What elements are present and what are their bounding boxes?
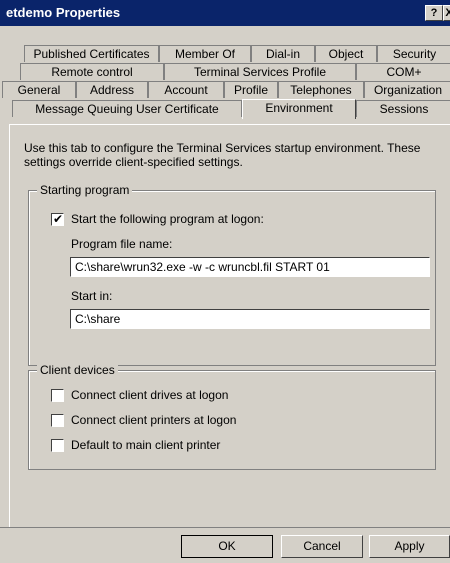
checkmark-icon: ✔ <box>53 212 64 226</box>
close-icon: X <box>445 7 450 19</box>
help-button[interactable]: ? <box>425 5 443 21</box>
close-button[interactable]: X <box>443 5 450 21</box>
tab-row-1: Published Certificates Member Of Dial-in… <box>14 45 450 62</box>
tab-row-2: Remote control Terminal Services Profile… <box>14 63 450 80</box>
tab-message-queuing-user-certificate[interactable]: Message Queuing User Certificate <box>12 100 242 117</box>
start-in-label: Start in: <box>71 289 113 303</box>
intro-text: Use this tab to configure the Terminal S… <box>24 141 421 169</box>
tab-row-4: Message Queuing User Certificate Environ… <box>12 99 450 119</box>
start-in-input[interactable]: C:\share <box>70 309 430 329</box>
tab-member-of[interactable]: Member Of <box>159 45 251 62</box>
connect-printers-label: Connect client printers at logon <box>71 413 237 427</box>
tab-organization[interactable]: Organization <box>364 81 450 98</box>
starting-program-group: Starting program ✔ Start the following p… <box>28 183 436 366</box>
starting-program-group-label: Starting program <box>37 183 133 197</box>
start-program-checkbox[interactable]: ✔ <box>51 212 64 226</box>
program-file-name-input[interactable]: C:\share\wrun32.exe -w -c wruncbl.fil ST… <box>70 257 430 277</box>
help-icon: ? <box>430 7 438 19</box>
tab-remote-control[interactable]: Remote control <box>20 63 164 80</box>
tab-security[interactable]: Security <box>377 45 450 62</box>
tab-telephones[interactable]: Telephones <box>278 81 364 98</box>
tab-published-certificates[interactable]: Published Certificates <box>24 45 159 62</box>
program-file-name-label: Program file name: <box>71 237 173 251</box>
tab-row-3: General Address Account Profile Telephon… <box>2 81 450 98</box>
client-devices-group-label: Client devices <box>37 363 118 377</box>
tab-dial-in[interactable]: Dial-in <box>251 45 315 62</box>
tab-account[interactable]: Account <box>148 81 224 98</box>
connect-drives-label: Connect client drives at logon <box>71 388 229 402</box>
tab-com-plus[interactable]: COM+ <box>356 63 450 80</box>
connect-printers-checkbox[interactable] <box>51 414 64 427</box>
tab-profile[interactable]: Profile <box>224 81 278 98</box>
tab-general[interactable]: General <box>2 81 76 98</box>
tab-sessions[interactable]: Sessions <box>356 100 450 117</box>
page-bottom-divider <box>0 527 450 528</box>
default-printer-checkbox[interactable] <box>51 439 64 452</box>
properties-dialog: etdemo Properties ? X Published Certific… <box>0 0 450 563</box>
cancel-button[interactable]: Cancel <box>281 535 363 558</box>
tab-terminal-services-profile[interactable]: Terminal Services Profile <box>164 63 356 80</box>
tab-object[interactable]: Object <box>315 45 377 62</box>
apply-button[interactable]: Apply <box>369 535 450 558</box>
client-devices-group: Client devices Connect client drives at … <box>28 363 436 470</box>
tab-environment[interactable]: Environment <box>242 99 356 119</box>
window-title: etdemo Properties <box>6 5 121 20</box>
connect-drives-checkbox[interactable] <box>51 389 64 402</box>
title-bar[interactable]: etdemo Properties ? X <box>0 0 450 26</box>
start-program-checkbox-label: Start the following program at logon: <box>71 212 264 226</box>
ok-button[interactable]: OK <box>181 535 273 558</box>
default-printer-label: Default to main client printer <box>71 438 221 452</box>
tab-address[interactable]: Address <box>76 81 148 98</box>
